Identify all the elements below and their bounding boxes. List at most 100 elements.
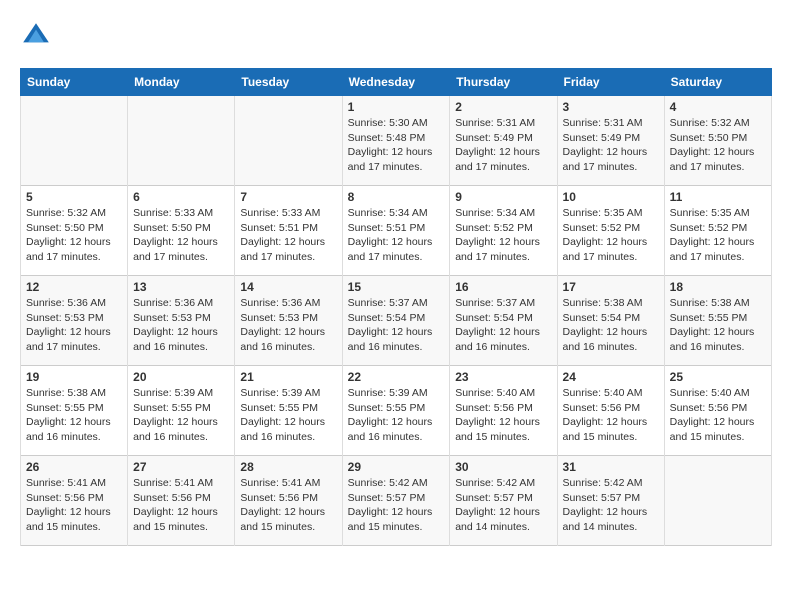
day-info: Sunrise: 5:37 AM Sunset: 5:54 PM Dayligh… [455,296,551,355]
weekday-header-monday: Monday [128,69,235,96]
day-number: 31 [563,460,659,474]
day-number: 20 [133,370,229,384]
weekday-header-sunday: Sunday [21,69,128,96]
week-row-5: 26 Sunrise: 5:41 AM Sunset: 5:56 PM Dayli… [21,456,772,546]
day-info: Sunrise: 5:36 AM Sunset: 5:53 PM Dayligh… [26,296,122,355]
day-info: Sunrise: 5:42 AM Sunset: 5:57 PM Dayligh… [455,476,551,535]
calendar-cell [664,456,771,546]
day-number: 22 [348,370,445,384]
day-info: Sunrise: 5:41 AM Sunset: 5:56 PM Dayligh… [240,476,336,535]
logo-icon [20,20,52,52]
day-number: 1 [348,100,445,114]
calendar-cell: 1 Sunrise: 5:30 AM Sunset: 5:48 PM Daylig… [342,96,450,186]
day-number: 26 [26,460,122,474]
day-info: Sunrise: 5:40 AM Sunset: 5:56 PM Dayligh… [455,386,551,445]
day-number: 24 [563,370,659,384]
calendar-body: 1 Sunrise: 5:30 AM Sunset: 5:48 PM Daylig… [21,96,772,546]
calendar-cell: 11Sunrise: 5:35 AM Sunset: 5:52 PM Dayli… [664,186,771,276]
weekday-header-tuesday: Tuesday [235,69,342,96]
day-number: 12 [26,280,122,294]
calendar-cell: 8Sunrise: 5:34 AM Sunset: 5:51 PM Daylig… [342,186,450,276]
day-info: Sunrise: 5:39 AM Sunset: 5:55 PM Dayligh… [133,386,229,445]
calendar-cell: 21 Sunrise: 5:39 AM Sunset: 5:55 PM Dayli… [235,366,342,456]
weekday-header-row: SundayMondayTuesdayWednesdayThursdayFrid… [21,69,772,96]
weekday-header-saturday: Saturday [664,69,771,96]
day-number: 29 [348,460,445,474]
weekday-header-thursday: Thursday [450,69,557,96]
day-info: Sunrise: 5:33 AM Sunset: 5:50 PM Dayligh… [133,206,229,265]
calendar-cell: 18 Sunrise: 5:38 AM Sunset: 5:55 PM Dayli… [664,276,771,366]
calendar-cell: 20 Sunrise: 5:39 AM Sunset: 5:55 PM Dayli… [128,366,235,456]
day-info: Sunrise: 5:38 AM Sunset: 5:55 PM Dayligh… [26,386,122,445]
day-number: 7 [240,190,336,204]
calendar-cell: 10 Sunrise: 5:35 AM Sunset: 5:52 PM Dayli… [557,186,664,276]
calendar-cell: 3Sunrise: 5:31 AM Sunset: 5:49 PM Daylig… [557,96,664,186]
day-info: Sunrise: 5:41 AM Sunset: 5:56 PM Dayligh… [26,476,122,535]
day-info: Sunrise: 5:38 AM Sunset: 5:55 PM Dayligh… [670,296,766,355]
calendar-cell: 26 Sunrise: 5:41 AM Sunset: 5:56 PM Dayli… [21,456,128,546]
day-info: Sunrise: 5:36 AM Sunset: 5:53 PM Dayligh… [240,296,336,355]
day-info: Sunrise: 5:35 AM Sunset: 5:52 PM Dayligh… [563,206,659,265]
day-info: Sunrise: 5:32 AM Sunset: 5:50 PM Dayligh… [26,206,122,265]
day-info: Sunrise: 5:42 AM Sunset: 5:57 PM Dayligh… [563,476,659,535]
calendar-table: SundayMondayTuesdayWednesdayThursdayFrid… [20,68,772,546]
day-number: 21 [240,370,336,384]
day-info: Sunrise: 5:32 AM Sunset: 5:50 PM Dayligh… [670,116,766,175]
calendar-cell [235,96,342,186]
calendar-cell: 16 Sunrise: 5:37 AM Sunset: 5:54 PM Dayli… [450,276,557,366]
day-info: Sunrise: 5:31 AM Sunset: 5:49 PM Dayligh… [455,116,551,175]
calendar-cell: 31 Sunrise: 5:42 AM Sunset: 5:57 PM Dayli… [557,456,664,546]
day-number: 4 [670,100,766,114]
day-number: 17 [563,280,659,294]
day-number: 25 [670,370,766,384]
page-header [20,20,772,52]
calendar-cell: 13 Sunrise: 5:36 AM Sunset: 5:53 PM Dayli… [128,276,235,366]
day-number: 10 [563,190,659,204]
calendar-header: SundayMondayTuesdayWednesdayThursdayFrid… [21,69,772,96]
calendar-cell: 17Sunrise: 5:38 AM Sunset: 5:54 PM Dayli… [557,276,664,366]
calendar-cell: 4 Sunrise: 5:32 AM Sunset: 5:50 PM Daylig… [664,96,771,186]
day-info: Sunrise: 5:42 AM Sunset: 5:57 PM Dayligh… [348,476,445,535]
calendar-cell: 12 Sunrise: 5:36 AM Sunset: 5:53 PM Dayli… [21,276,128,366]
week-row-4: 19 Sunrise: 5:38 AM Sunset: 5:55 PM Dayli… [21,366,772,456]
day-number: 19 [26,370,122,384]
calendar-cell: 30 Sunrise: 5:42 AM Sunset: 5:57 PM Dayli… [450,456,557,546]
day-info: Sunrise: 5:41 AM Sunset: 5:56 PM Dayligh… [133,476,229,535]
day-number: 5 [26,190,122,204]
day-info: Sunrise: 5:36 AM Sunset: 5:53 PM Dayligh… [133,296,229,355]
calendar-cell: 2 Sunrise: 5:31 AM Sunset: 5:49 PM Daylig… [450,96,557,186]
day-number: 27 [133,460,229,474]
day-info: Sunrise: 5:34 AM Sunset: 5:52 PM Dayligh… [455,206,551,265]
day-number: 2 [455,100,551,114]
calendar-cell: 9 Sunrise: 5:34 AM Sunset: 5:52 PM Daylig… [450,186,557,276]
calendar-cell: 27 Sunrise: 5:41 AM Sunset: 5:56 PM Dayli… [128,456,235,546]
calendar-cell: 7Sunrise: 5:33 AM Sunset: 5:51 PM Daylig… [235,186,342,276]
week-row-3: 12 Sunrise: 5:36 AM Sunset: 5:53 PM Dayli… [21,276,772,366]
calendar-cell: 28 Sunrise: 5:41 AM Sunset: 5:56 PM Dayli… [235,456,342,546]
day-number: 14 [240,280,336,294]
week-row-1: 1 Sunrise: 5:30 AM Sunset: 5:48 PM Daylig… [21,96,772,186]
day-number: 16 [455,280,551,294]
day-info: Sunrise: 5:30 AM Sunset: 5:48 PM Dayligh… [348,116,445,175]
day-info: Sunrise: 5:31 AM Sunset: 5:49 PM Dayligh… [563,116,659,175]
day-number: 9 [455,190,551,204]
calendar-cell: 6Sunrise: 5:33 AM Sunset: 5:50 PM Daylig… [128,186,235,276]
calendar-cell [128,96,235,186]
calendar-cell [21,96,128,186]
day-info: Sunrise: 5:39 AM Sunset: 5:55 PM Dayligh… [240,386,336,445]
day-info: Sunrise: 5:39 AM Sunset: 5:55 PM Dayligh… [348,386,445,445]
day-number: 15 [348,280,445,294]
calendar-cell: 25 Sunrise: 5:40 AM Sunset: 5:56 PM Dayli… [664,366,771,456]
calendar-cell: 24Sunrise: 5:40 AM Sunset: 5:56 PM Dayli… [557,366,664,456]
day-info: Sunrise: 5:35 AM Sunset: 5:52 PM Dayligh… [670,206,766,265]
day-number: 28 [240,460,336,474]
calendar-cell: 29 Sunrise: 5:42 AM Sunset: 5:57 PM Dayli… [342,456,450,546]
calendar-cell: 14 Sunrise: 5:36 AM Sunset: 5:53 PM Dayli… [235,276,342,366]
day-number: 13 [133,280,229,294]
day-info: Sunrise: 5:40 AM Sunset: 5:56 PM Dayligh… [670,386,766,445]
day-number: 30 [455,460,551,474]
logo [20,20,56,52]
calendar-cell: 15Sunrise: 5:37 AM Sunset: 5:54 PM Dayli… [342,276,450,366]
weekday-header-wednesday: Wednesday [342,69,450,96]
day-number: 18 [670,280,766,294]
